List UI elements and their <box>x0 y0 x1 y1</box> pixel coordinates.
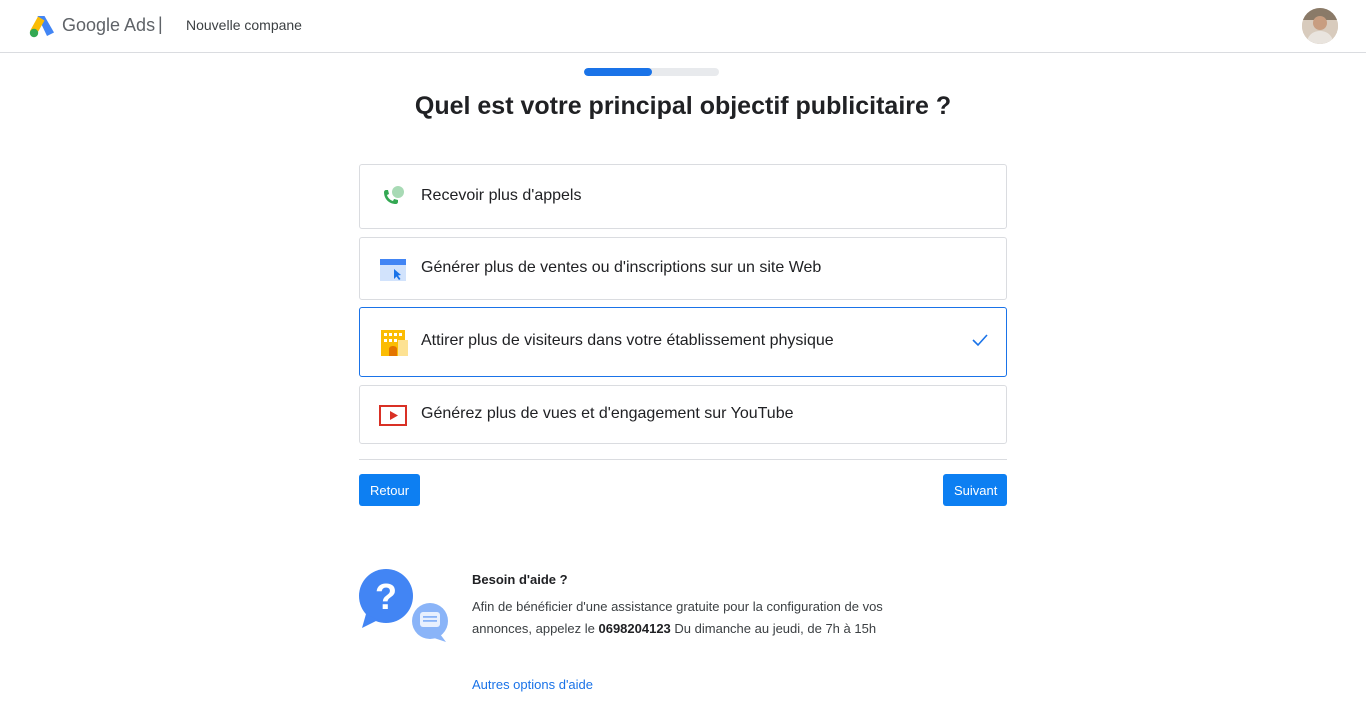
google-ads-logo[interactable] <box>28 14 56 38</box>
objective-option-website[interactable]: Générer plus de ventes ou d'inscriptions… <box>359 237 1007 300</box>
brand-separator: | <box>158 14 163 34</box>
help-text: Afin de bénéficier d'une assistance grat… <box>472 596 892 640</box>
help-title: Besoin d'aide ? <box>472 572 568 587</box>
svg-text:?: ? <box>375 576 397 617</box>
option-label: Générer plus de ventes ou d'inscriptions… <box>421 259 822 276</box>
website-icon <box>380 259 406 281</box>
objective-option-youtube[interactable]: Générez plus de vues et d'engagement sur… <box>359 385 1007 444</box>
page-title: Quel est votre principal objectif public… <box>414 92 952 120</box>
phone-call-icon <box>384 186 404 204</box>
option-label: Attirer plus de visiteurs dans votre éta… <box>421 332 834 349</box>
help-phone-number: 0698204123 <box>598 621 671 636</box>
store-building-icon <box>381 330 408 356</box>
next-button[interactable]: Suivant <box>943 474 1007 506</box>
brand-name: Google Ads <box>62 15 156 35</box>
progress-bar <box>584 68 719 76</box>
top-bar: Google Ads | Nouvelle compane <box>0 0 1366 53</box>
check-icon <box>972 334 988 347</box>
campaign-title: Nouvelle compane <box>186 17 302 33</box>
youtube-play-icon <box>379 405 407 426</box>
progress-fill <box>584 68 652 76</box>
help-chat-icon: ? <box>359 569 448 642</box>
avatar-photo-icon <box>1302 8 1338 44</box>
user-avatar[interactable] <box>1302 8 1338 44</box>
objective-option-calls[interactable]: Recevoir plus d'appels <box>359 164 1007 229</box>
objective-option-store-visits[interactable]: Attirer plus de visiteurs dans votre éta… <box>359 307 1007 377</box>
help-text-after: Du dimanche au jeudi, de 7h à 15h <box>670 621 877 636</box>
more-help-options-link[interactable]: Autres options d'aide <box>472 677 593 692</box>
divider <box>359 459 1007 460</box>
option-label: Recevoir plus d'appels <box>421 187 582 204</box>
option-label: Générez plus de vues et d'engagement sur… <box>421 405 794 422</box>
back-button[interactable]: Retour <box>359 474 420 506</box>
